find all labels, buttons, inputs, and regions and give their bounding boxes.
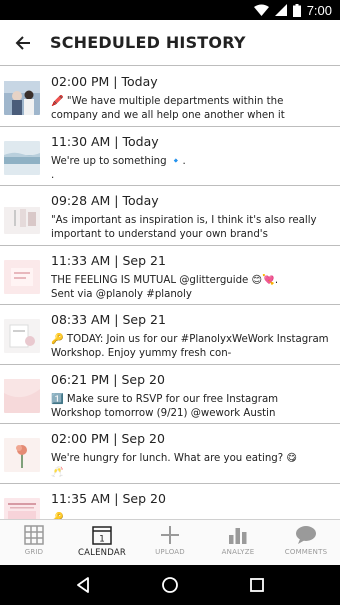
calendar-icon: 1 [92, 526, 112, 545]
post-thumbnail[interactable] [4, 140, 40, 175]
page-title: SCHEDULED HISTORY [50, 33, 246, 52]
plus-icon [161, 526, 179, 544]
recents-square-icon[interactable] [249, 577, 265, 593]
list-item[interactable]: 02:00 PM | Sep 20 We're hungry for lunch… [0, 424, 340, 484]
tab-label: CALENDAR [78, 548, 126, 558]
arrow-left-icon [15, 36, 30, 50]
post-thumbnail[interactable] [4, 81, 40, 115]
post-time: 06:21 PM | Sep 20 [51, 371, 165, 387]
home-circle-icon[interactable] [161, 576, 179, 594]
tab-analyze[interactable]: ANALYZE [204, 520, 272, 565]
list-item[interactable]: 11:33 AM | Sep 21 THE FEELING IS MUTUAL … [0, 245, 340, 305]
list-item[interactable]: 11:35 AM | Sep 20 🔑 [0, 483, 340, 520]
post-time: 11:35 AM | Sep 20 [51, 490, 166, 506]
post-thumbnail[interactable] [4, 259, 40, 294]
post-thumbnail[interactable] [4, 319, 40, 353]
back-triangle-icon[interactable] [75, 577, 91, 593]
post-caption: We're up to something 🔹. . [51, 155, 186, 181]
tab-label: COMMENTS [284, 548, 328, 556]
post-time: 11:30 AM | Today [51, 133, 159, 149]
post-caption: "As important as inspiration is, I think… [51, 215, 317, 240]
post-time: 09:28 AM | Today [51, 193, 159, 208]
system-navigation-bar [0, 565, 340, 605]
bar-chart-icon [229, 528, 247, 544]
signal-icon [274, 4, 287, 16]
post-caption: 🖍️ "We have multiple departments within … [51, 96, 285, 121]
status-icons: 7:00 [253, 2, 332, 18]
tab-label: GRID [24, 548, 44, 556]
post-thumbnail[interactable] [4, 438, 40, 472]
tab-comments[interactable]: COMMENTS [272, 520, 340, 565]
post-caption: 🔑 TODAY: Join us for our #PlanolyxWeWork… [51, 334, 329, 359]
bottom-tab-bar: GRID 1 CALENDAR UPLOAD ANALYZE COMMENTS [0, 519, 340, 565]
post-caption: 1️⃣ Make sure to RSVP for our free Insta… [51, 393, 279, 419]
post-caption: THE FEELING IS MUTUAL @glitterguide 😊💘. … [51, 274, 279, 300]
post-time: 08:33 AM | Sep 21 [51, 312, 166, 327]
post-time: 02:00 PM | Today [51, 74, 158, 89]
speech-bubble-icon [296, 526, 316, 544]
post-thumbnail[interactable] [4, 200, 40, 234]
list-item[interactable]: 09:28 AM | Today "As important as inspir… [0, 186, 340, 246]
scheduled-post-list[interactable]: 02:00 PM | Today 🖍️ "We have multiple de… [0, 67, 340, 519]
post-time: 02:00 PM | Sep 20 [51, 431, 165, 446]
list-item[interactable]: 02:00 PM | Today 🖍️ "We have multiple de… [0, 67, 340, 127]
tab-label: ANALYZE [221, 548, 255, 556]
tab-upload[interactable]: UPLOAD [136, 520, 204, 565]
back-button[interactable] [12, 32, 34, 54]
post-time: 11:33 AM | Sep 21 [51, 252, 166, 268]
list-item[interactable]: 06:21 PM | Sep 20 1️⃣ Make sure to RSVP … [0, 364, 340, 424]
post-caption: We're hungry for lunch. What are you eat… [51, 453, 298, 478]
tab-calendar[interactable]: 1 CALENDAR [68, 520, 136, 565]
grid-icon [24, 525, 44, 545]
list-item[interactable]: 11:30 AM | Today We're up to something 🔹… [0, 126, 340, 186]
post-thumbnail[interactable] [4, 497, 40, 519]
wifi-icon [253, 4, 269, 16]
calendar-badge: 1 [99, 535, 105, 545]
status-time: 7:00 [306, 2, 332, 18]
status-bar: 7:00 [0, 0, 340, 20]
list-item[interactable]: 08:33 AM | Sep 21 🔑 TODAY: Join us for o… [0, 305, 340, 365]
post-caption: 🔑 [51, 512, 64, 520]
tab-label: UPLOAD [155, 548, 185, 556]
battery-icon [292, 3, 301, 17]
app-bar: SCHEDULED HISTORY [0, 20, 340, 66]
tab-grid[interactable]: GRID [0, 520, 68, 565]
post-thumbnail[interactable] [4, 378, 40, 413]
